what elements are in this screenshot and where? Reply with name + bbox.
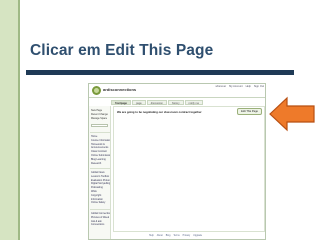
sidebar-item[interactable]: Connections xyxy=(91,223,110,227)
top-nav-wherever[interactable]: wherever xyxy=(215,85,226,88)
footer-link-blog[interactable]: Blog xyxy=(166,235,171,237)
recent-changes-button[interactable]: Recent Changes xyxy=(91,113,108,116)
wiki-sidebar: New Page Recent Changes Manage Space Hom… xyxy=(89,106,111,239)
footer-link-about[interactable]: About xyxy=(157,235,163,237)
top-nav: wherever My Account Help Sign Out xyxy=(215,85,264,88)
manage-space-button[interactable]: Manage Space xyxy=(91,117,108,120)
tab-notify-me[interactable]: notify me xyxy=(184,100,204,105)
tab-frontpage[interactable]: frontpage xyxy=(111,100,131,105)
arrow-left-icon xyxy=(269,96,315,132)
title-underline xyxy=(26,70,294,75)
tab-page[interactable]: page xyxy=(131,100,146,105)
sidebar-divider xyxy=(90,168,110,169)
slide-side-stripe xyxy=(0,0,18,240)
top-nav-help[interactable]: Help xyxy=(246,85,251,88)
footer-link-upgrade[interactable]: Upgrade xyxy=(193,235,202,237)
content-text: We are going to be negotiating our class… xyxy=(117,110,202,114)
slide-side-divider xyxy=(18,0,20,240)
wiki-name: ardisconnections xyxy=(103,87,137,92)
sidebar-item[interactable]: Online Safety xyxy=(91,201,110,205)
wiki-screenshot: ardisconnections wherever My Account Hel… xyxy=(88,83,266,240)
new-page-button[interactable]: New Page xyxy=(91,109,108,112)
footer-link-privacy[interactable]: Privacy xyxy=(183,235,191,237)
sidebar-search-input[interactable] xyxy=(91,124,108,127)
sidebar-divider xyxy=(90,132,110,133)
tab-history[interactable]: history xyxy=(167,100,184,105)
sidebar-nav-group-3: Global Connections Pictures of Week Ask … xyxy=(91,212,110,227)
wiki-footer: Help About Blog Terms Privacy Upgrade xyxy=(149,235,202,237)
top-nav-my-account[interactable]: My Account xyxy=(229,85,242,88)
top-nav-sign-out[interactable]: Sign Out xyxy=(254,85,264,88)
page-content: We are going to be negotiating our class… xyxy=(113,106,265,232)
footer-link-help[interactable]: Help xyxy=(149,235,154,237)
sidebar-nav-group-2: Global News Lesson's Toolbox Evaluation … xyxy=(91,171,110,205)
page-tabs: frontpage page discussion history notify… xyxy=(111,100,204,105)
footer-link-terms[interactable]: Terms xyxy=(173,235,179,237)
wiki-header: ardisconnections wherever My Account Hel… xyxy=(89,84,265,98)
sidebar-nav-group-1: Home Course Information Homework & Annou… xyxy=(91,135,110,165)
sidebar-item[interactable]: Research xyxy=(91,162,110,166)
wiki-logo-icon xyxy=(92,86,101,95)
edit-this-page-button[interactable]: Edit This Page xyxy=(237,108,262,115)
slide-title: Clicar em Edit This Page xyxy=(30,42,214,59)
tab-discussion[interactable]: discussion xyxy=(146,100,167,105)
sidebar-divider xyxy=(90,209,110,210)
